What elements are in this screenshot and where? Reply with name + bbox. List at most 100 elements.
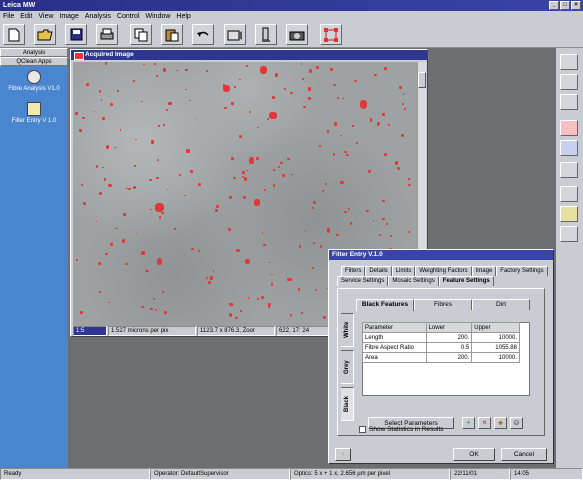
particle: [340, 181, 344, 185]
cancel-button[interactable]: Cancel: [501, 448, 547, 461]
close-icon[interactable]: ×: [571, 1, 581, 10]
particle: [236, 248, 240, 253]
side-tab-grey[interactable]: Grey: [341, 350, 354, 384]
palette-icon[interactable]: [560, 206, 578, 222]
microscope-icon[interactable]: [255, 24, 277, 45]
tab-weighting-factors[interactable]: Weighting Factors: [415, 266, 472, 276]
particle: [126, 187, 128, 190]
particle: [161, 211, 164, 214]
tips-icon[interactable]: ♀: [335, 448, 351, 461]
particle: [198, 183, 202, 186]
particle: [215, 209, 218, 213]
acquire-image-icon[interactable]: [224, 24, 246, 45]
particle: [108, 183, 112, 187]
side-tab-black[interactable]: Black: [341, 387, 354, 421]
tab-filters[interactable]: Filters: [341, 266, 366, 276]
particle: [267, 302, 271, 306]
menu-view[interactable]: View: [38, 11, 53, 22]
menu-window[interactable]: Window: [146, 11, 171, 22]
document-icon: [27, 102, 41, 116]
hand-icon[interactable]: [560, 94, 578, 110]
new-file-icon[interactable]: [3, 24, 25, 45]
menu-file[interactable]: File: [3, 11, 14, 22]
particle: [269, 111, 277, 119]
tab-limits[interactable]: Limits: [391, 266, 416, 276]
particle: [313, 242, 315, 244]
zoom-select[interactable]: 1:5: [73, 326, 107, 336]
probe-icon[interactable]: [560, 162, 578, 178]
crosshair-icon[interactable]: [560, 186, 578, 202]
particle: [75, 112, 78, 115]
measure-frame-icon[interactable]: [320, 24, 342, 45]
tab-feature-settings[interactable]: Feature Settings: [438, 276, 494, 286]
minimize-icon[interactable]: _: [549, 1, 559, 10]
menu-image[interactable]: Image: [59, 11, 78, 22]
particle: [102, 116, 106, 120]
delete-icon[interactable]: ×: [478, 417, 491, 429]
upper-field[interactable]: 10000.: [471, 332, 520, 343]
particle: [135, 138, 137, 140]
show-statistics-checkbox[interactable]: Show Statistics in Results: [359, 426, 443, 433]
menu-control[interactable]: Control: [117, 11, 140, 22]
tab-dirt[interactable]: Dirt: [472, 299, 530, 310]
upper-field[interactable]: 1055.88: [471, 342, 520, 353]
particle: [270, 282, 274, 286]
particle: [241, 171, 245, 174]
print-icon[interactable]: [96, 24, 118, 45]
monitor-icon[interactable]: [560, 54, 578, 70]
lower-field[interactable]: 200.: [425, 332, 473, 343]
zoom-icon[interactable]: [560, 74, 578, 90]
menu-edit[interactable]: Edit: [20, 11, 32, 22]
tab-service-settings[interactable]: Service Settings: [337, 276, 389, 286]
scale-readout: 1.527 microns per pix: [108, 326, 196, 336]
side-tab-white[interactable]: White: [341, 313, 354, 347]
lower-field[interactable]: 0.5: [425, 342, 473, 353]
particle: [335, 233, 339, 237]
particle: [319, 245, 322, 249]
tab-mosaic-settings[interactable]: Mosaic Settings: [388, 276, 439, 286]
help-icon[interactable]: ☺: [510, 417, 523, 429]
red-frame-icon[interactable]: [560, 120, 578, 136]
blue-frame-icon[interactable]: [560, 140, 578, 156]
clear-icon[interactable]: ♠: [494, 417, 507, 429]
open-folder-icon[interactable]: [34, 24, 56, 45]
particle: [329, 68, 333, 72]
sidebar-tab-qclean[interactable]: QClean Apps: [0, 57, 68, 66]
particle: [263, 243, 266, 247]
menu-help[interactable]: Help: [176, 11, 190, 22]
menu-analysis[interactable]: Analysis: [85, 11, 111, 22]
undo-icon[interactable]: [192, 24, 214, 45]
tab-factory-settings[interactable]: Factory Settings: [496, 266, 548, 276]
app-fibre-analysis[interactable]: Fibre Analysis V1.0: [4, 70, 64, 92]
particle: [122, 213, 126, 216]
lower-field[interactable]: 200.: [425, 352, 473, 363]
status-date: 22/11/01: [450, 468, 510, 480]
particle: [184, 88, 187, 91]
app-filter-entry[interactable]: Filter Entry V 1.0: [4, 102, 64, 124]
ok-button[interactable]: OK: [453, 448, 495, 461]
particle: [176, 69, 178, 71]
upper-field[interactable]: 10000.: [471, 352, 520, 363]
sidebar-tab-analysis[interactable]: Analysis: [0, 48, 68, 57]
maximize-icon[interactable]: □: [560, 1, 570, 10]
particle: [240, 310, 242, 313]
particle: [98, 261, 102, 265]
add-icon[interactable]: +: [462, 417, 475, 429]
tab-details[interactable]: Details: [365, 266, 392, 276]
save-icon[interactable]: [65, 24, 87, 45]
tab-fibres[interactable]: Fibres: [414, 299, 472, 310]
camera-icon[interactable]: [286, 24, 308, 45]
tab-black-features[interactable]: Black Features: [356, 299, 414, 311]
particle: [141, 251, 145, 255]
particle: [376, 124, 380, 126]
tab-image[interactable]: Image: [471, 266, 497, 276]
particle: [231, 102, 235, 105]
copy-icon[interactable]: [130, 24, 152, 45]
particle: [162, 123, 166, 126]
particle: [82, 201, 86, 206]
particle: [381, 113, 385, 116]
particle: [402, 102, 404, 105]
particle: [254, 199, 261, 206]
layers-icon[interactable]: [560, 226, 578, 242]
paste-icon[interactable]: [161, 24, 183, 45]
